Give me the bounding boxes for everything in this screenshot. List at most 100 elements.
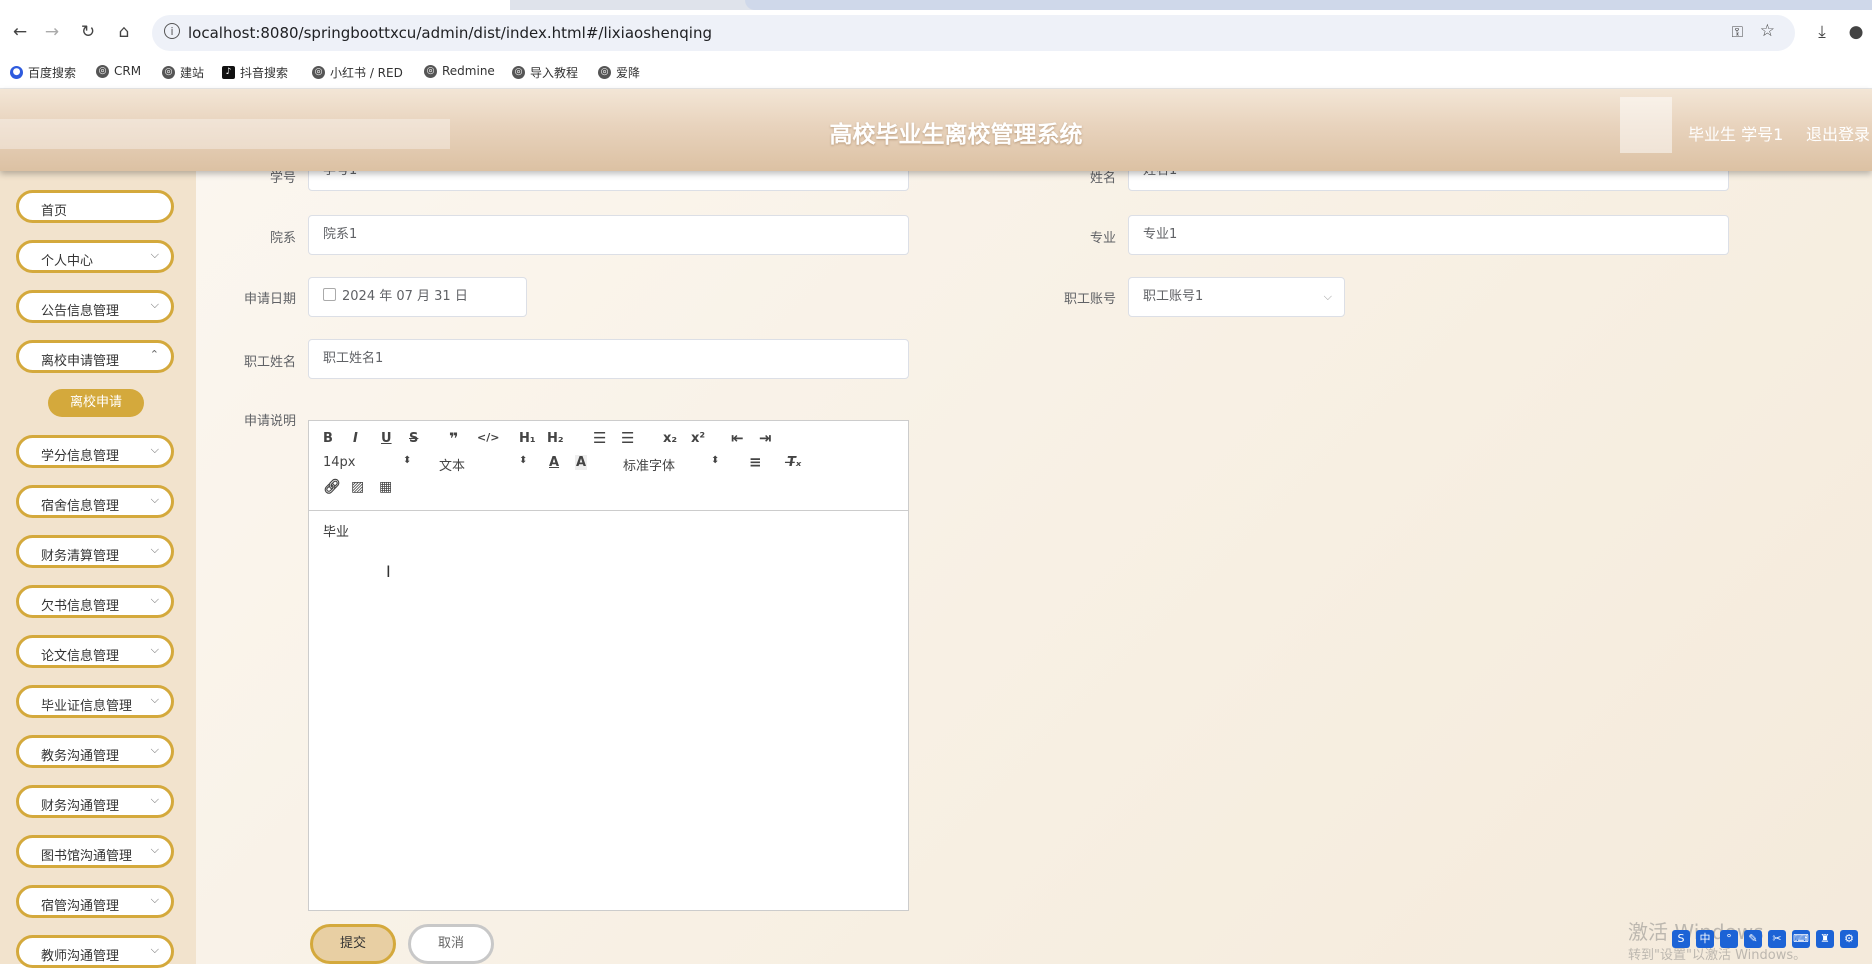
font-size-select[interactable]: 14px ⬍ [323,455,413,470]
link-icon[interactable]: 🔗︎ [323,479,341,495]
date-picker[interactable]: 2024 年 07 月 31 日 [308,277,527,317]
baidu-paw-icon: ● [10,66,23,79]
ime-chinese-icon[interactable]: 中 [1696,930,1714,948]
rich-text-editor: B I U S ❞ </> H₁ H₂ ☰ ☰ x₂ x² ⇤ ⇥ 14px ⬍ … [308,420,909,911]
superscript-icon[interactable]: x² [691,431,705,446]
globe-icon: ◎ [96,64,109,78]
site-info-icon[interactable]: i [164,23,180,39]
back-arrow-icon[interactable]: ← [8,20,32,44]
ordered-list-icon[interactable]: ☰ [593,429,606,447]
submit-button[interactable]: 提交 [310,924,396,964]
bookmark-item[interactable]: ♪ 抖音搜索 [222,64,288,81]
block-format-select[interactable]: 文本 ⬍ [439,455,529,474]
ime-scissors-icon[interactable]: ✂ [1768,930,1786,948]
sidebar-item-credits[interactable]: 学分信息管理 ⌵ [16,435,174,468]
zgxm-input[interactable]: 职工姓名1 [308,339,909,379]
bookmark-item[interactable]: ◎ 导入教程 [512,64,578,81]
chevron-down-icon: ⌵ [150,893,159,906]
home-icon[interactable]: ⌂ [112,20,136,44]
chevron-down-icon: ⌵ [150,643,159,656]
ime-pen-icon[interactable]: ✎ [1744,930,1762,948]
zgzh-select[interactable]: 职工账号1 ⌵ [1128,277,1345,317]
bookmark-item[interactable]: ◎ 建站 [162,64,204,81]
bookmark-item[interactable]: ◎ CRM [96,64,141,78]
subscript-icon[interactable]: x₂ [663,431,677,446]
sidebar-subitem-leave-apply[interactable]: 离校申请 [48,389,144,417]
sidebar-item-finance[interactable]: 财务清算管理 ⌵ [16,535,174,568]
sidebar-item-teacher-comm[interactable]: 教师沟通管理 ⌵ [16,935,174,968]
ime-keyboard-icon[interactable]: ⌨ [1792,930,1810,948]
font-color-icon[interactable]: A [549,455,559,470]
chevron-down-icon: ⌵ [150,298,159,311]
ime-toolbar: S 中 ° ✎ ✂ ⌨ ♜ ⚙ [1672,930,1858,948]
ime-punct-icon[interactable]: ° [1720,930,1738,948]
editor-content[interactable]: 毕业 [323,521,349,540]
reload-icon[interactable]: ↻ [76,20,100,44]
cancel-button[interactable]: 取消 [408,924,494,964]
profile-icon[interactable]: ● [1844,20,1868,44]
bullet-list-icon[interactable]: ☰ [621,429,634,447]
globe-icon: ◎ [512,66,525,79]
image-icon[interactable]: ▨ [351,479,364,495]
sidebar-item-dorm[interactable]: 宿舍信息管理 ⌵ [16,485,174,518]
select-arrows-icon: ⬍ [403,455,412,466]
sidebar-item-finance-comm[interactable]: 财务沟通管理 ⌵ [16,785,174,818]
yuanxi-input[interactable]: 院系1 [308,215,909,255]
xuehao-label: 学号 [269,171,296,186]
underline-icon[interactable]: U [381,431,392,446]
bookmark-item[interactable]: ◎ 爱降 [598,64,640,81]
bookmark-item[interactable]: ◎ Redmine [424,64,495,78]
sidebar-item-leave-apply[interactable]: 离校申请管理 ⌃ [16,340,174,373]
sidebar-item-owed-books[interactable]: 欠书信息管理 ⌵ [16,585,174,618]
sidebar-item-library-comm[interactable]: 图书馆沟通管理 ⌵ [16,835,174,868]
bookmark-item[interactable]: ● 百度搜索 [10,64,76,81]
font-family-select[interactable]: 标准字体 ⬍ [623,455,723,474]
clear-format-icon[interactable]: T̶ₓ [787,455,801,470]
background-color-icon[interactable]: A [575,455,588,470]
password-key-icon[interactable]: ⚿ [1732,23,1743,41]
sidebar-item-notice[interactable]: 公告信息管理 ⌵ [16,290,174,323]
heading1-icon[interactable]: H₁ [519,431,536,446]
xingming-input[interactable]: 姓名1 [1128,171,1729,191]
chevron-down-icon: ⌵ [150,693,159,706]
indent-icon[interactable]: ⇥ [759,429,772,447]
bookmark-item[interactable]: ◎ 小红书 / RED [312,64,403,81]
ime-skin-icon[interactable]: ♜ [1816,930,1834,948]
address-bar[interactable]: i localhost:8080/springboottxcu/admin/di… [152,15,1795,51]
globe-icon: ◎ [312,66,325,79]
bold-icon[interactable]: B [323,431,333,446]
strikethrough-icon[interactable]: S [409,431,418,446]
chevron-down-icon: ⌵ [150,743,159,756]
address-url[interactable]: localhost:8080/springboottxcu/admin/dist… [188,24,712,42]
sidebar-item-academic-comm[interactable]: 教务沟通管理 ⌵ [16,735,174,768]
download-icon[interactable]: ⤓ [1810,20,1834,44]
yuanxi-label: 院系 [269,231,296,246]
ime-logo-icon[interactable]: S [1672,930,1690,948]
chevron-down-icon: ⌵ [150,543,159,556]
forward-arrow-icon[interactable]: → [40,20,64,44]
logout-link[interactable]: 退出登录 [1806,121,1870,145]
sidebar-item-personal[interactable]: 个人中心 ⌵ [16,240,174,273]
bookmark-star-icon[interactable]: ☆ [1760,21,1775,41]
globe-icon: ◎ [424,64,437,78]
italic-icon[interactable]: I [353,431,358,446]
chevron-down-icon: ⌵ [150,593,159,606]
sidebar-item-diploma[interactable]: 毕业证信息管理 ⌵ [16,685,174,718]
sidebar-item-home[interactable]: 首页 [16,190,174,223]
xuehao-input[interactable]: 学号1 [308,171,909,191]
blockquote-icon[interactable]: ❞ [449,429,458,448]
code-block-icon[interactable]: </> [477,431,499,444]
chevron-down-icon: ⌵ [150,248,159,261]
ime-settings-icon[interactable]: ⚙ [1840,930,1858,948]
bookmarks-bar: ● 百度搜索 ◎ CRM ◎ 建站 ♪ 抖音搜索 ◎ 小红书 / RED ◎ Redmine… [0,58,1872,89]
align-icon[interactable]: ≡ [749,453,762,471]
zhuanye-input[interactable]: 专业1 [1128,215,1729,255]
active-tab[interactable] [0,0,510,10]
desc-label: 申请说明 [243,414,296,429]
tab-strip-background [745,0,1872,10]
video-icon[interactable]: ▦ [379,479,392,495]
sidebar-item-thesis[interactable]: 论文信息管理 ⌵ [16,635,174,668]
outdent-icon[interactable]: ⇤ [731,429,744,447]
heading2-icon[interactable]: H₂ [547,431,564,446]
sidebar-item-dorm-comm[interactable]: 宿管沟通管理 ⌵ [16,885,174,918]
